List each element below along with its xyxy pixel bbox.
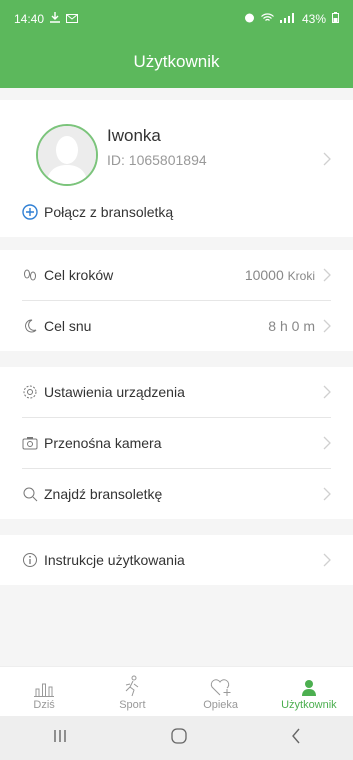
- tab-sport[interactable]: Sport: [88, 667, 176, 716]
- tab-user[interactable]: Użytkownik: [265, 667, 353, 716]
- instructions-label: Instrukcje użytkowania: [44, 552, 185, 568]
- help-card: Instrukcje użytkowania: [0, 535, 353, 585]
- person-icon: [301, 680, 316, 696]
- chevron-right-icon: [323, 553, 331, 567]
- footprints-icon: [22, 267, 38, 283]
- step-goal-label: Cel kroków: [44, 267, 114, 283]
- tab-today-label: Dziś: [33, 699, 55, 711]
- sleep-goal-label: Cel snu: [44, 318, 92, 334]
- find-bracelet-row[interactable]: Znajdź bransoletkę: [0, 469, 353, 519]
- recent-apps-button[interactable]: [52, 729, 68, 748]
- user-name: Iwonka: [107, 126, 161, 145]
- recent-apps-icon: [54, 729, 66, 742]
- chevron-right-icon: [323, 268, 331, 282]
- search-icon: [22, 486, 38, 502]
- back-button[interactable]: [291, 728, 301, 749]
- sleep-goal-value: 8 h 0 m: [268, 318, 315, 334]
- home-icon: [171, 727, 188, 744]
- step-goal-unit: Kroki: [287, 269, 315, 283]
- tab-today[interactable]: Dziś: [0, 667, 88, 716]
- instructions-row[interactable]: Instrukcje użytkowania: [0, 535, 353, 585]
- camera-icon: [22, 435, 38, 451]
- battery-percent: 43%: [301, 12, 326, 26]
- bars-icon: [34, 683, 55, 697]
- chevron-right-icon: [323, 436, 331, 450]
- tab-user-label: Użytkownik: [281, 699, 337, 711]
- page-title: Użytkownik: [133, 52, 220, 71]
- connect-bracelet-row[interactable]: Połącz z bransoletką: [0, 187, 353, 237]
- connect-bracelet-label: Połącz z bransoletką: [44, 204, 174, 220]
- wifi-icon: [261, 12, 274, 26]
- system-nav-bar: [0, 716, 353, 760]
- user-id: ID: 1065801894: [107, 152, 207, 168]
- chevron-right-icon: [323, 319, 331, 333]
- sleep-goal-row[interactable]: Cel snu 8 h 0 m: [0, 301, 353, 351]
- runner-icon: [126, 675, 139, 697]
- remote-camera-row[interactable]: Przenośna kamera: [0, 418, 353, 468]
- gear-icon: [22, 384, 38, 400]
- step-goal-value: 10000 Kroki: [245, 267, 315, 283]
- chevron-right-icon: [323, 487, 331, 501]
- chevron-right-icon: [323, 152, 331, 166]
- tab-sport-label: Sport: [119, 699, 146, 711]
- download-icon: [50, 12, 61, 26]
- chevron-right-icon: [323, 385, 331, 399]
- status-bar: 14:40 43%: [0, 0, 353, 38]
- bottom-tab-bar: Dziś Sport Opieka Użytkownik: [0, 666, 353, 716]
- alarm-icon: [244, 12, 255, 26]
- app-header: 14:40 43% Użytkownik: [0, 0, 353, 88]
- avatar: [36, 124, 98, 186]
- signal-icon: [279, 12, 296, 26]
- moon-icon: [22, 318, 38, 334]
- home-button[interactable]: [171, 727, 188, 749]
- status-time: 14:40: [14, 12, 45, 26]
- info-icon: [22, 552, 38, 568]
- step-goal-number: 10000: [244, 267, 284, 283]
- tab-care[interactable]: Opieka: [177, 667, 265, 716]
- connect-card: Połącz z bransoletką: [0, 187, 353, 237]
- avatar-silhouette-icon: [38, 126, 96, 184]
- find-bracelet-label: Znajdź bransoletkę: [44, 486, 163, 502]
- add-circle-icon: [22, 204, 38, 220]
- goals-card: Cel kroków 10000 Kroki Cel snu 8 h 0 m: [0, 250, 353, 351]
- remote-camera-label: Przenośna kamera: [44, 435, 162, 451]
- back-icon: [292, 728, 300, 743]
- step-goal-row[interactable]: Cel kroków 10000 Kroki: [0, 250, 353, 300]
- battery-icon: [332, 12, 339, 26]
- tab-care-label: Opieka: [203, 699, 239, 711]
- mail-icon: [66, 12, 79, 26]
- device-card: Ustawienia urządzenia Przenośna kamera Z…: [0, 367, 353, 519]
- heart-plus-icon: [210, 679, 231, 696]
- device-settings-row[interactable]: Ustawienia urządzenia: [0, 367, 353, 417]
- device-settings-label: Ustawienia urządzenia: [44, 384, 185, 400]
